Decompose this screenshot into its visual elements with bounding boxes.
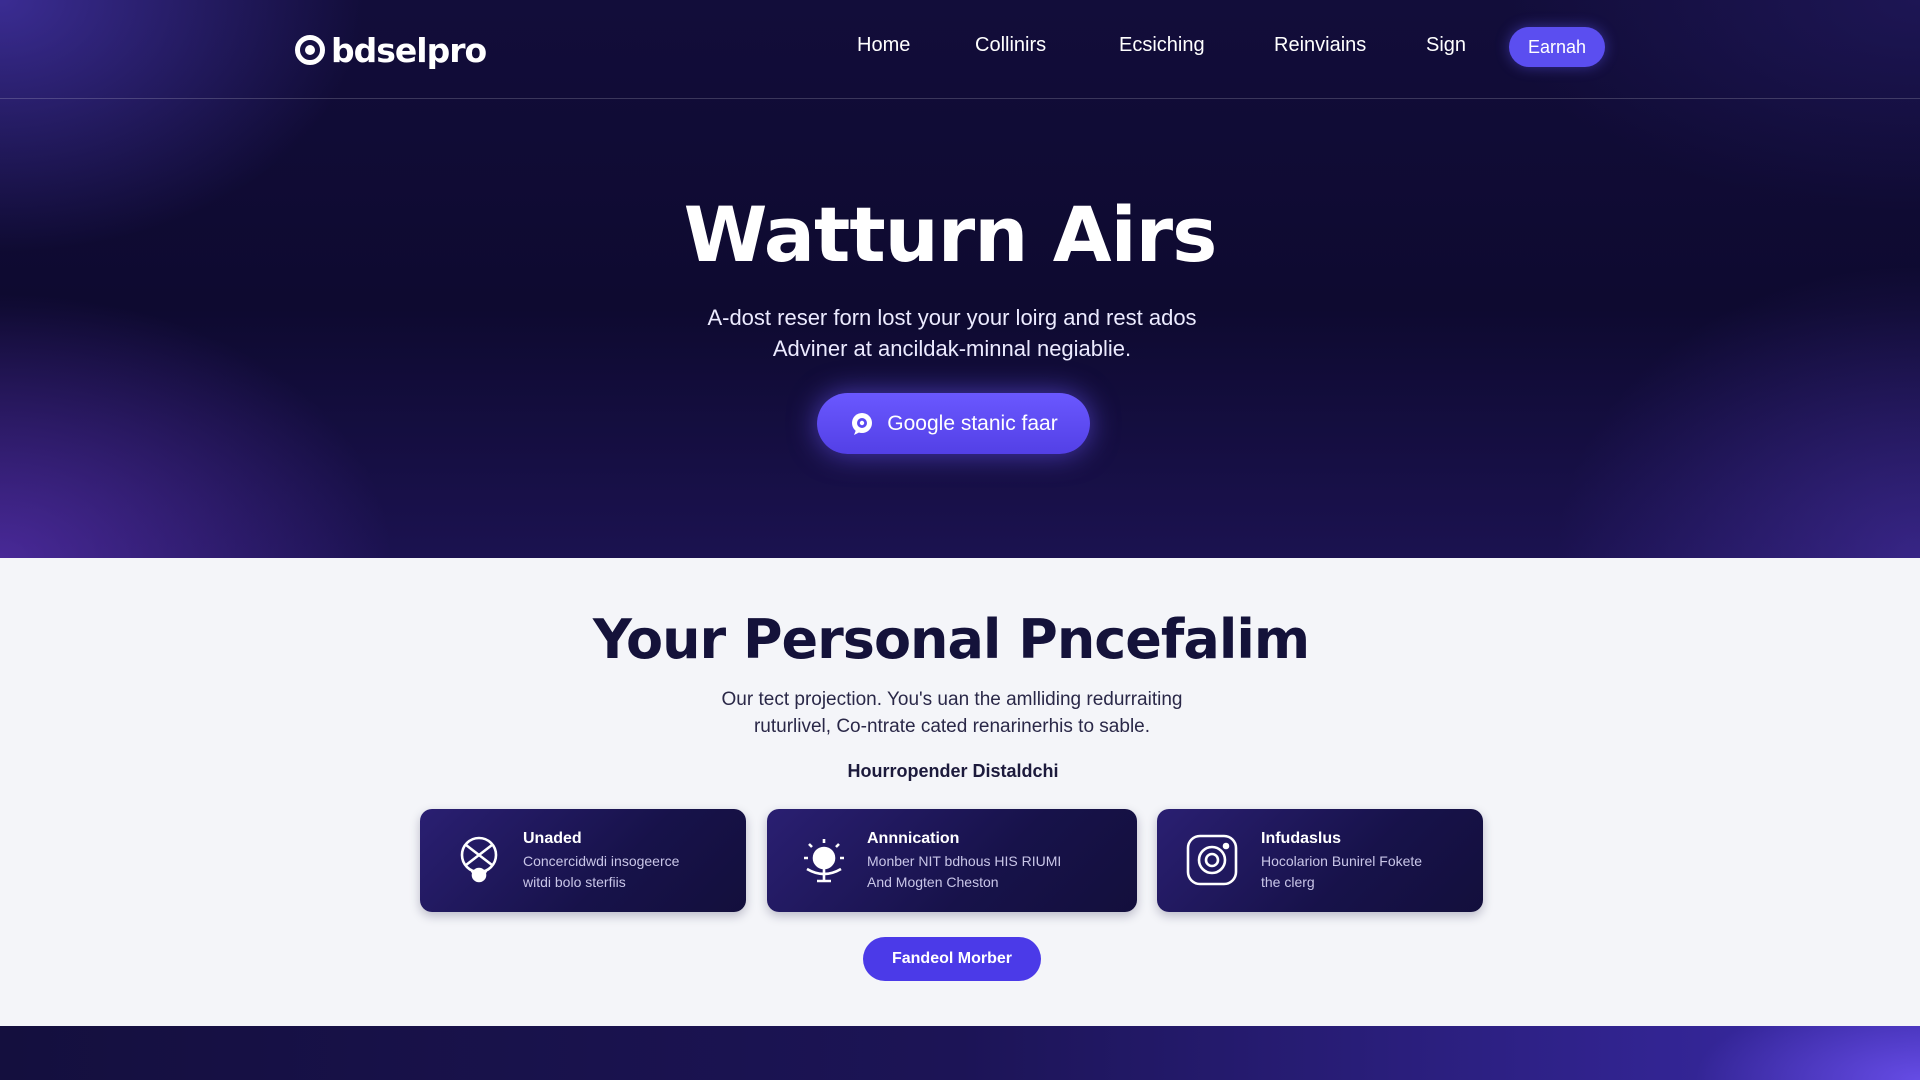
lightbulb-icon [795, 831, 853, 889]
card-title: Annnication [867, 830, 960, 847]
hero-subtitle: A-dost reser forn lost your your loirg a… [0, 302, 1904, 364]
nav-link-collinirs[interactable]: Collinirs [975, 34, 1046, 57]
nav-links: Home Collinirs Ecsiching Reinviains Sign [0, 30, 1920, 64]
feature-card-infudaslus[interactable]: Infudaslus Hocolarion Bunirel Fokete the… [1157, 809, 1483, 912]
hero-subtitle-line2: Adviner at ancildak-minnal negiablie. [772, 336, 1132, 361]
card-description-line1: Hocolarion Bunirel Fokete [1261, 853, 1423, 869]
personal-section: Your Personal Pncefalim Our tect project… [0, 558, 1920, 1026]
nav-link-home[interactable]: Home [857, 34, 910, 57]
card-title: Infudaslus [1261, 830, 1342, 847]
section-text: Our tect projection. You's uan the amlli… [0, 686, 1904, 740]
card-description-line2: the clerg [1261, 874, 1315, 890]
section-text-line1: Our tect projection. You's uan the amlli… [721, 689, 1183, 710]
section-title: Your Personal Pncefalim [592, 608, 1310, 671]
nav-cta-button[interactable]: Earnah [1509, 27, 1605, 67]
chat-bubble-icon [849, 411, 875, 437]
feature-card-annnication[interactable]: Annnication Monber NIT bdhous HIS RIUMI … [767, 809, 1137, 912]
camera-icon [1183, 831, 1241, 889]
card-description: Hocolarion Bunirel Fokete the clerg [1261, 851, 1422, 893]
footer-strip [0, 1026, 1920, 1080]
hero-section: bdselpro Home Collinirs Ecsiching Reinvi… [0, 0, 1920, 558]
card-description-line2: And Mogten Cheston [867, 874, 999, 890]
nav-link-ecsiching[interactable]: Ecsiching [1119, 34, 1205, 57]
card-description: Monber NIT bdhous HIS RIUMI And Mogten C… [867, 851, 1061, 893]
hero-subtitle-line1: A-dost reser forn lost your your loirg a… [707, 305, 1197, 330]
section-text-line2: ruturlivel, Co-ntrate cated renarinerhis… [753, 716, 1151, 737]
feature-card-unaded[interactable]: Unaded Concercidwdi insogeerce witdi bol… [420, 809, 746, 912]
top-navbar: bdselpro Home Collinirs Ecsiching Reinvi… [0, 0, 1920, 99]
nav-link-sign[interactable]: Sign [1426, 34, 1466, 57]
hero-cta-label: Google stanic faar [887, 411, 1058, 435]
hero-title: Watturn Airs [683, 190, 1218, 279]
section-label: Hourropender Distaldchi [847, 761, 1059, 781]
card-description-line2: witdi bolo sterfiis [523, 874, 626, 890]
nav-link-reinviains[interactable]: Reinviains [1274, 34, 1366, 57]
section-cta-button[interactable]: Fandeol Morber [863, 937, 1041, 981]
card-title: Unaded [523, 830, 582, 847]
card-description: Concercidwdi insogeerce witdi bolo sterf… [523, 851, 679, 893]
hero-cta-button[interactable]: Google stanic faar [817, 393, 1090, 454]
card-description-line1: Monber NIT bdhous HIS RIUMI [867, 853, 1062, 869]
shield-compass-icon [450, 831, 508, 889]
card-description-line1: Concercidwdi insogeerce [523, 853, 680, 869]
